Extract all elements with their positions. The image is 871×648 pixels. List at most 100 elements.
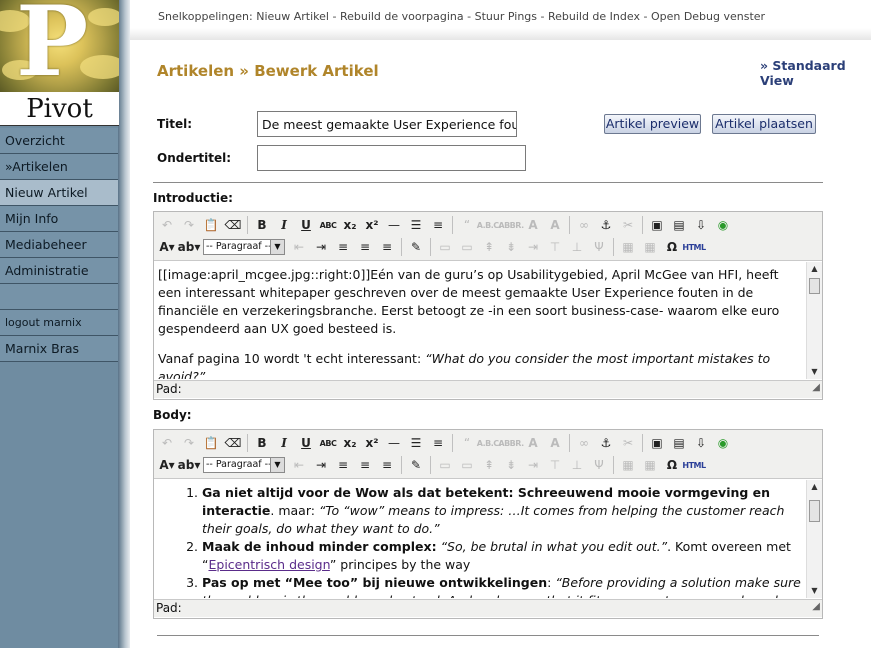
outdent-icon[interactable]: ⇤ — [288, 455, 310, 475]
scroll-thumb[interactable] — [809, 278, 820, 294]
align-justify-icon[interactable]: ≡ — [376, 237, 398, 257]
pivot-tag-icon[interactable]: ◉ — [712, 433, 734, 453]
outdent-icon[interactable]: ⇤ — [288, 237, 310, 257]
remove-style-icon[interactable]: A — [544, 433, 566, 453]
bullet-list-icon[interactable]: ☰ — [405, 433, 427, 453]
anchor-icon[interactable]: ⚓ — [595, 433, 617, 453]
underline-icon[interactable]: U — [295, 433, 317, 453]
align-left-icon[interactable]: ≡ — [332, 237, 354, 257]
unlink-icon[interactable]: ✂ — [617, 215, 639, 235]
scroll-up-icon[interactable]: ▲ — [807, 480, 822, 494]
eraser-icon[interactable]: ⌫ — [222, 215, 244, 235]
quicklink-debug-venster[interactable]: Open Debug venster — [651, 10, 765, 23]
text-style-icon[interactable]: A — [522, 215, 544, 235]
sidebar-item-nieuw-artikel[interactable]: Nieuw Artikel — [0, 180, 118, 206]
strikethrough-icon[interactable]: ABC — [317, 215, 339, 235]
align-center-icon[interactable]: ≡ — [354, 237, 376, 257]
col-after-icon[interactable]: ⊥ — [566, 237, 588, 257]
row-before-icon[interactable]: ⇞ — [478, 237, 500, 257]
bold-icon[interactable]: B — [251, 215, 273, 235]
underline-icon[interactable]: U — [295, 215, 317, 235]
undo-icon[interactable]: ↶ — [156, 215, 178, 235]
abbreviation-icon[interactable]: ABBR. — [498, 215, 524, 235]
image-icon[interactable]: ▣ — [646, 433, 668, 453]
logout-link[interactable]: logout marnix — [0, 310, 118, 336]
row-after-icon[interactable]: ⇟ — [500, 455, 522, 475]
resize-handle-icon[interactable]: ◢ — [812, 598, 820, 615]
link-icon[interactable]: ∞ — [573, 215, 595, 235]
body-editor-scrollbar[interactable]: ▲ ▼ — [806, 480, 822, 598]
col-delete-icon[interactable]: Ψ — [588, 455, 610, 475]
image-icon[interactable]: ▣ — [646, 215, 668, 235]
highlight-color-icon[interactable]: ab▾ — [178, 455, 201, 475]
intro-editor-content[interactable]: [[image:april_mcgee.jpg::right:0]]Eén va… — [154, 262, 806, 379]
paste-icon[interactable]: 📋 — [200, 433, 222, 453]
scroll-up-icon[interactable]: ▲ — [807, 262, 822, 276]
user-name[interactable]: Marnix Bras — [0, 336, 118, 362]
undo-icon[interactable]: ↶ — [156, 433, 178, 453]
insert-file-icon[interactable]: ⇩ — [690, 215, 712, 235]
text-color-icon[interactable]: A▾ — [156, 455, 178, 475]
numbered-list-icon[interactable]: ≡ — [427, 433, 449, 453]
col-after-icon[interactable]: ⊥ — [566, 455, 588, 475]
edit-source-icon[interactable]: ✎ — [405, 237, 427, 257]
table-insert-icon[interactable]: ▭ — [434, 455, 456, 475]
bold-icon[interactable]: B — [251, 433, 273, 453]
format-select[interactable]: -- Paragraaf -- ▼ — [203, 457, 285, 473]
indent-icon[interactable]: ⇥ — [310, 237, 332, 257]
superscript-icon[interactable]: x² — [361, 215, 383, 235]
acronym-icon[interactable]: A.B.C. — [477, 215, 502, 235]
scroll-down-icon[interactable]: ▼ — [807, 584, 822, 598]
superscript-icon[interactable]: x² — [361, 433, 383, 453]
row-before-icon[interactable]: ⇞ — [478, 455, 500, 475]
remove-style-icon[interactable]: A — [544, 215, 566, 235]
quicklink-stuur-pings[interactable]: Stuur Pings — [475, 10, 537, 23]
scroll-thumb[interactable] — [809, 500, 820, 522]
paste-icon[interactable]: 📋 — [200, 215, 222, 235]
align-justify-icon[interactable]: ≡ — [376, 455, 398, 475]
unlink-icon[interactable]: ✂ — [617, 433, 639, 453]
intro-editor-scrollbar[interactable]: ▲ ▼ — [806, 262, 822, 379]
cell-props-icon[interactable]: ▦ — [639, 455, 661, 475]
standard-view-link[interactable]: » Standaard View — [760, 58, 871, 88]
article-publish-button[interactable]: Artikel plaatsen — [712, 114, 816, 134]
horizontal-rule-icon[interactable]: — — [383, 215, 405, 235]
anchor-icon[interactable]: ⚓ — [595, 215, 617, 235]
italic-icon[interactable]: I — [273, 433, 295, 453]
blockquote-icon[interactable]: “ — [456, 433, 478, 453]
html-icon[interactable]: HTML — [682, 237, 706, 257]
horizontal-rule-icon[interactable]: — — [383, 433, 405, 453]
table-insert-icon[interactable]: ▭ — [434, 237, 456, 257]
strikethrough-icon[interactable]: ABC — [317, 433, 339, 453]
insert-file-icon[interactable]: ⇩ — [690, 433, 712, 453]
row-after-icon[interactable]: ⇟ — [500, 237, 522, 257]
title-input[interactable]: De meest gemaakte User Experience fouten… — [257, 111, 517, 137]
epicentrisch-design-link[interactable]: Epicentrisch design — [208, 557, 329, 572]
table-props-icon[interactable]: ▦ — [617, 237, 639, 257]
pivot-tag-icon[interactable]: ◉ — [712, 215, 734, 235]
col-before-icon[interactable]: ⊤ — [544, 237, 566, 257]
article-preview-button[interactable]: Artikel preview — [604, 114, 701, 134]
quicklink-rebuild-index[interactable]: Rebuild de Index — [548, 10, 640, 23]
row-delete-icon[interactable]: ⇥ — [522, 455, 544, 475]
bullet-list-icon[interactable]: ☰ — [405, 215, 427, 235]
table-delete-icon[interactable]: ▭ — [456, 237, 478, 257]
sidebar-item-overzicht[interactable]: Overzicht — [0, 128, 118, 154]
acronym-icon[interactable]: A.B.C. — [477, 433, 502, 453]
italic-icon[interactable]: I — [273, 215, 295, 235]
body-editor-content[interactable]: Ga niet altijd voor de Wow als dat betek… — [154, 480, 806, 598]
sidebar-item-mijn-info[interactable]: Mijn Info — [0, 206, 118, 232]
pivot-logo[interactable]: P — [0, 0, 119, 92]
text-style-icon[interactable]: A — [522, 433, 544, 453]
col-before-icon[interactable]: ⊤ — [544, 455, 566, 475]
highlight-color-icon[interactable]: ab▾ — [178, 237, 201, 257]
eraser-icon[interactable]: ⌫ — [222, 433, 244, 453]
redo-icon[interactable]: ↷ — [178, 433, 200, 453]
col-delete-icon[interactable]: Ψ — [588, 237, 610, 257]
table-delete-icon[interactable]: ▭ — [456, 455, 478, 475]
subscript-icon[interactable]: x₂ — [339, 433, 361, 453]
indent-icon[interactable]: ⇥ — [310, 455, 332, 475]
row-delete-icon[interactable]: ⇥ — [522, 237, 544, 257]
sidebar-item-administratie[interactable]: Administratie — [0, 258, 118, 284]
resize-handle-icon[interactable]: ◢ — [812, 379, 820, 396]
